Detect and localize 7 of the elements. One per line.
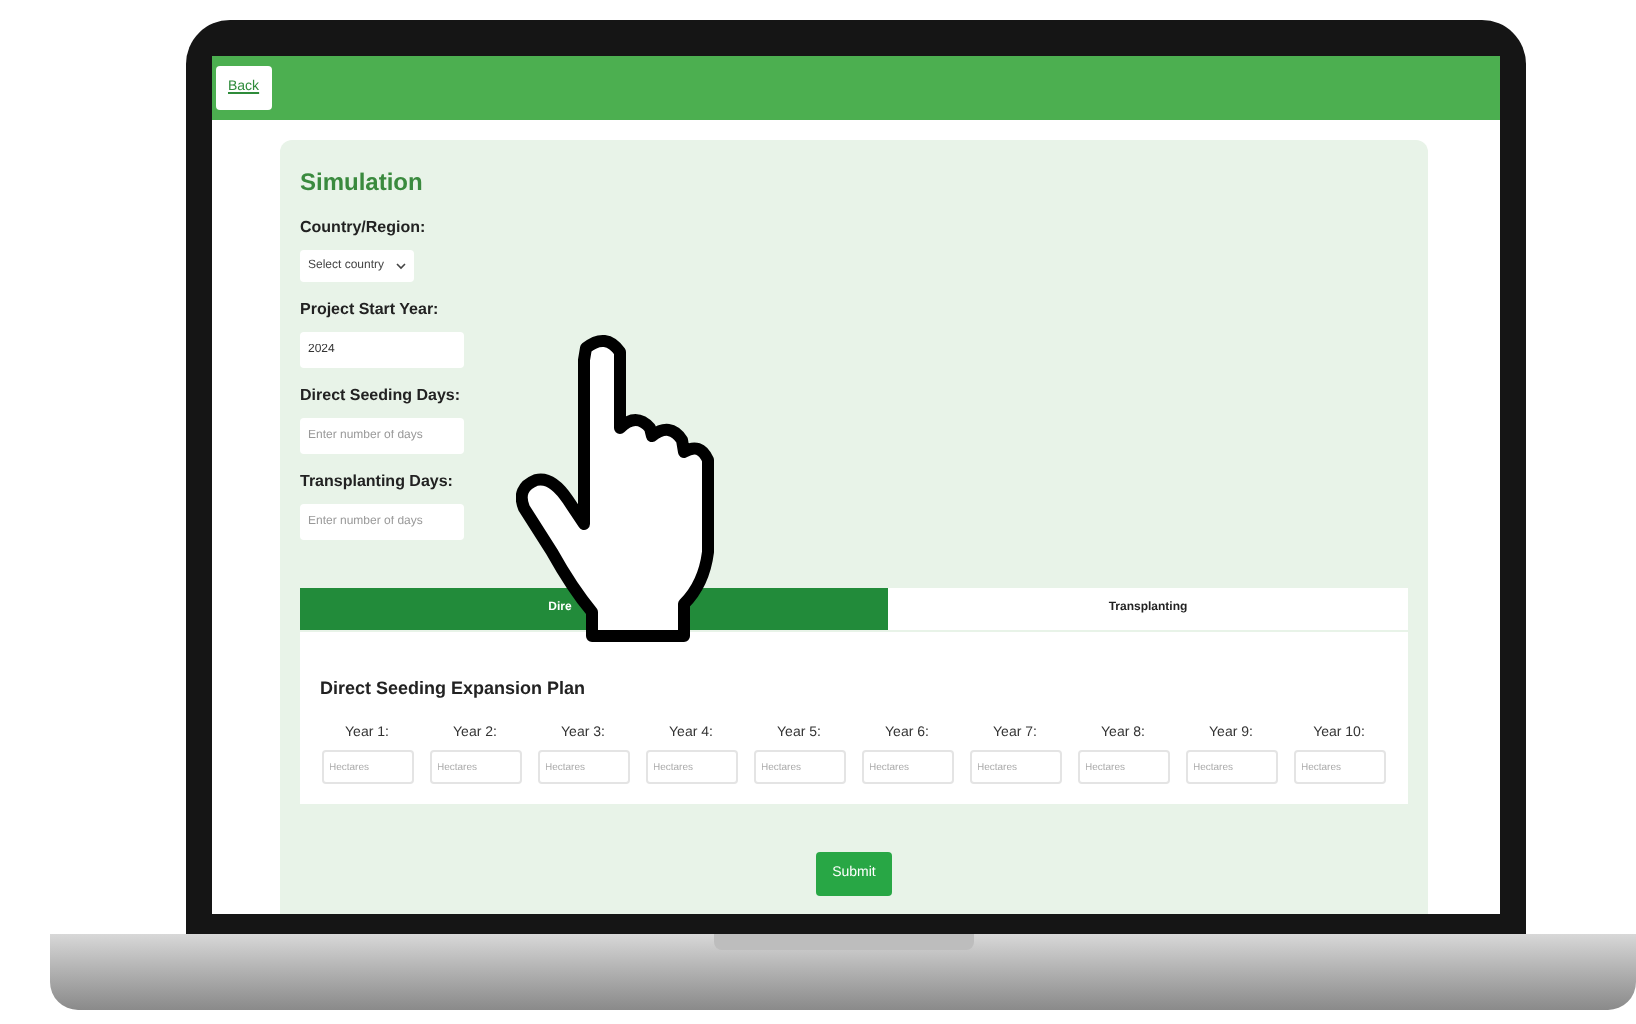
field-label: Country/Region: [300,216,426,240]
form-title: Simulation [300,166,425,200]
field-label: Transplanting Days: [300,470,453,494]
field-label: Project Start Year: [300,298,439,322]
field-label: Direct Seeding Days: [300,384,461,408]
plan-title: Direct Seeding Expansion Plan [320,676,588,702]
chevron-down-icon [396,262,407,270]
